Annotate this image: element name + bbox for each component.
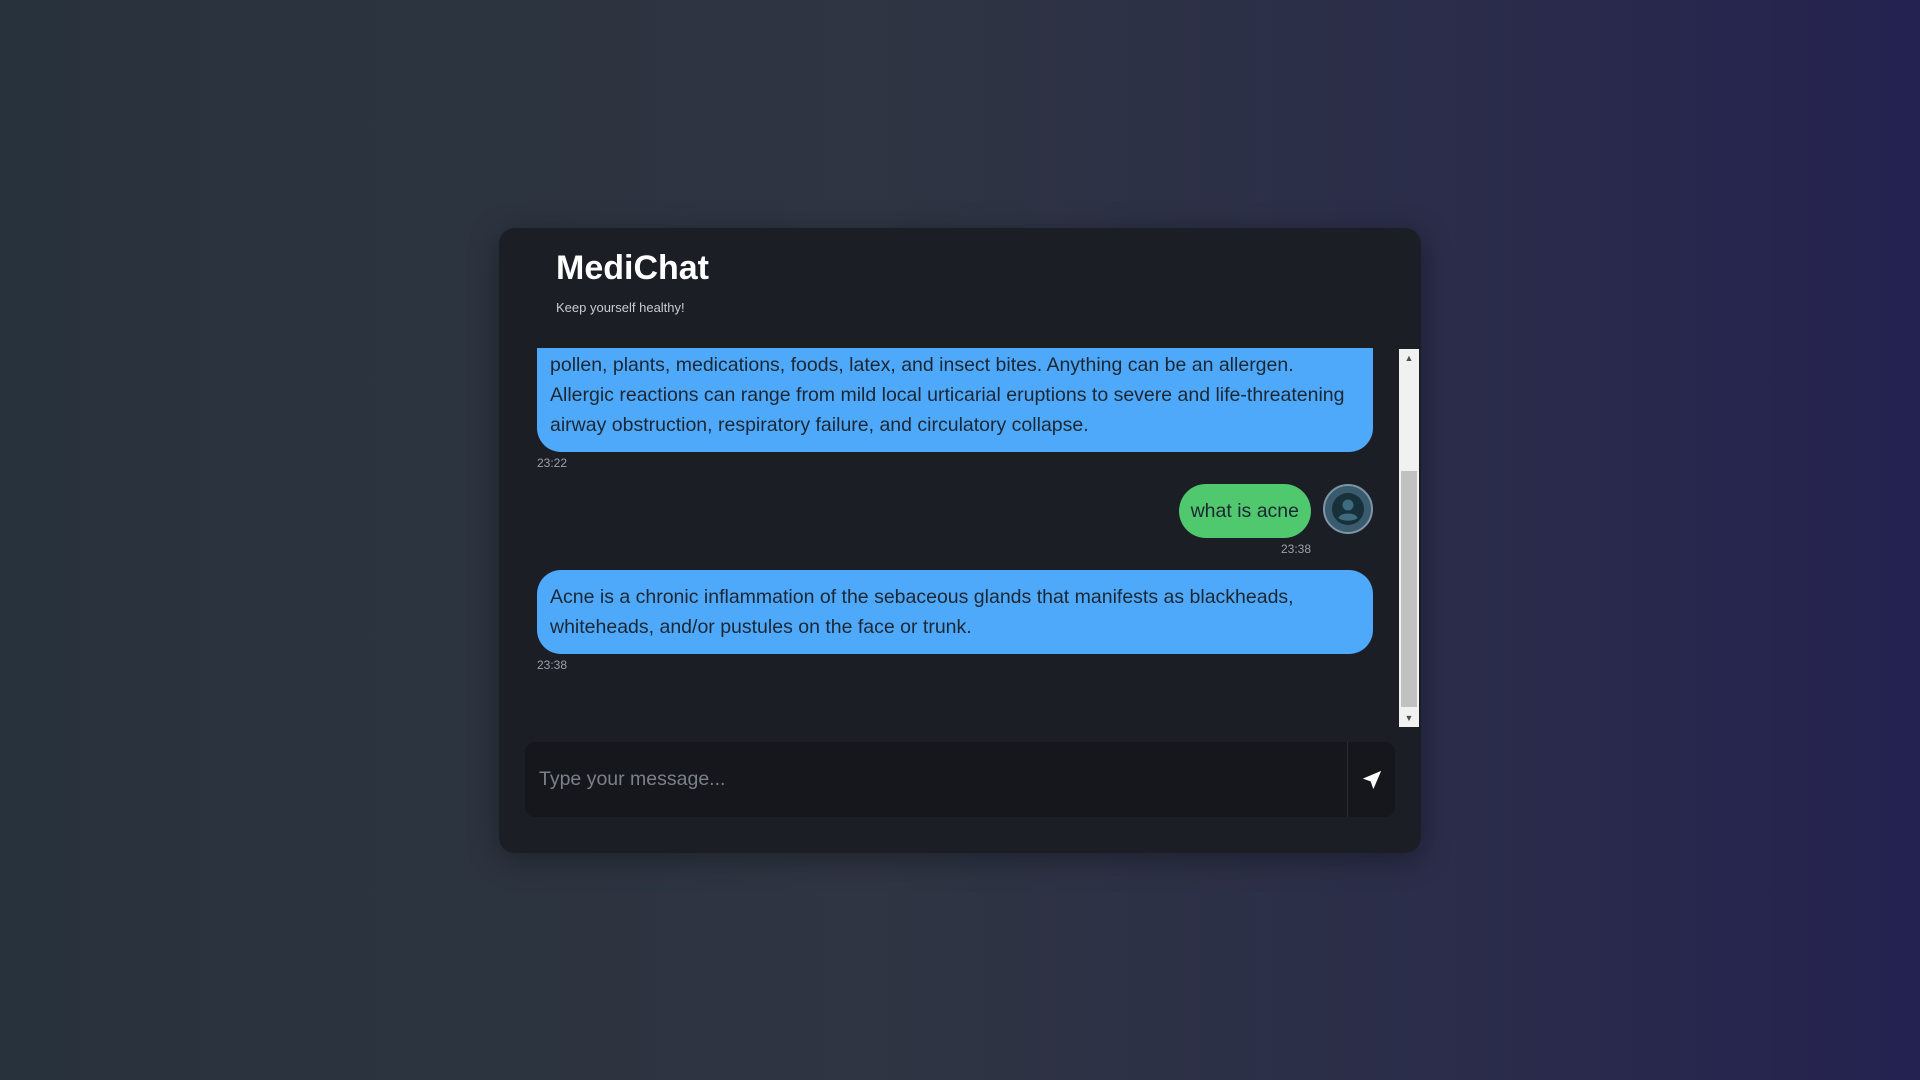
message-scrollbar[interactable]: ▲ ▼ [1399,349,1419,727]
message-timestamp: 23:38 [1280,542,1311,556]
scrollbar-thumb[interactable] [1401,471,1417,707]
user-message-bubble: what is acne [1178,484,1311,538]
app-title: MediChat [556,249,709,287]
message-input[interactable] [525,742,1347,817]
user-avatar-icon [1332,493,1364,525]
message-list[interactable]: skin, nose, eyes, respiratory tract or g… [499,348,1421,728]
bot-message-bubble: skin, nose, eyes, respiratory tract or g… [537,348,1373,452]
message-timestamp: 23:22 [537,456,568,470]
message-timestamp: 23:38 [537,658,568,672]
user-avatar [1323,484,1373,534]
app-subtitle: Keep yourself healthy! [556,300,685,315]
send-icon [1362,770,1381,789]
scroll-up-arrow-icon[interactable]: ▲ [1399,349,1419,367]
chat-window: MediChat Keep yourself healthy! skin, no… [499,228,1421,853]
bot-message-bubble: Acne is a chronic inflammation of the se… [537,570,1373,654]
send-button[interactable] [1347,742,1395,817]
scroll-down-arrow-icon[interactable]: ▼ [1399,709,1419,727]
bot-message: skin, nose, eyes, respiratory tract or g… [537,348,1373,472]
user-message: what is acne 23:38 [537,484,1373,556]
chat-header: MediChat Keep yourself healthy! [556,246,709,315]
message-composer [525,742,1395,817]
bot-message: Acne is a chronic inflammation of the se… [537,570,1373,674]
